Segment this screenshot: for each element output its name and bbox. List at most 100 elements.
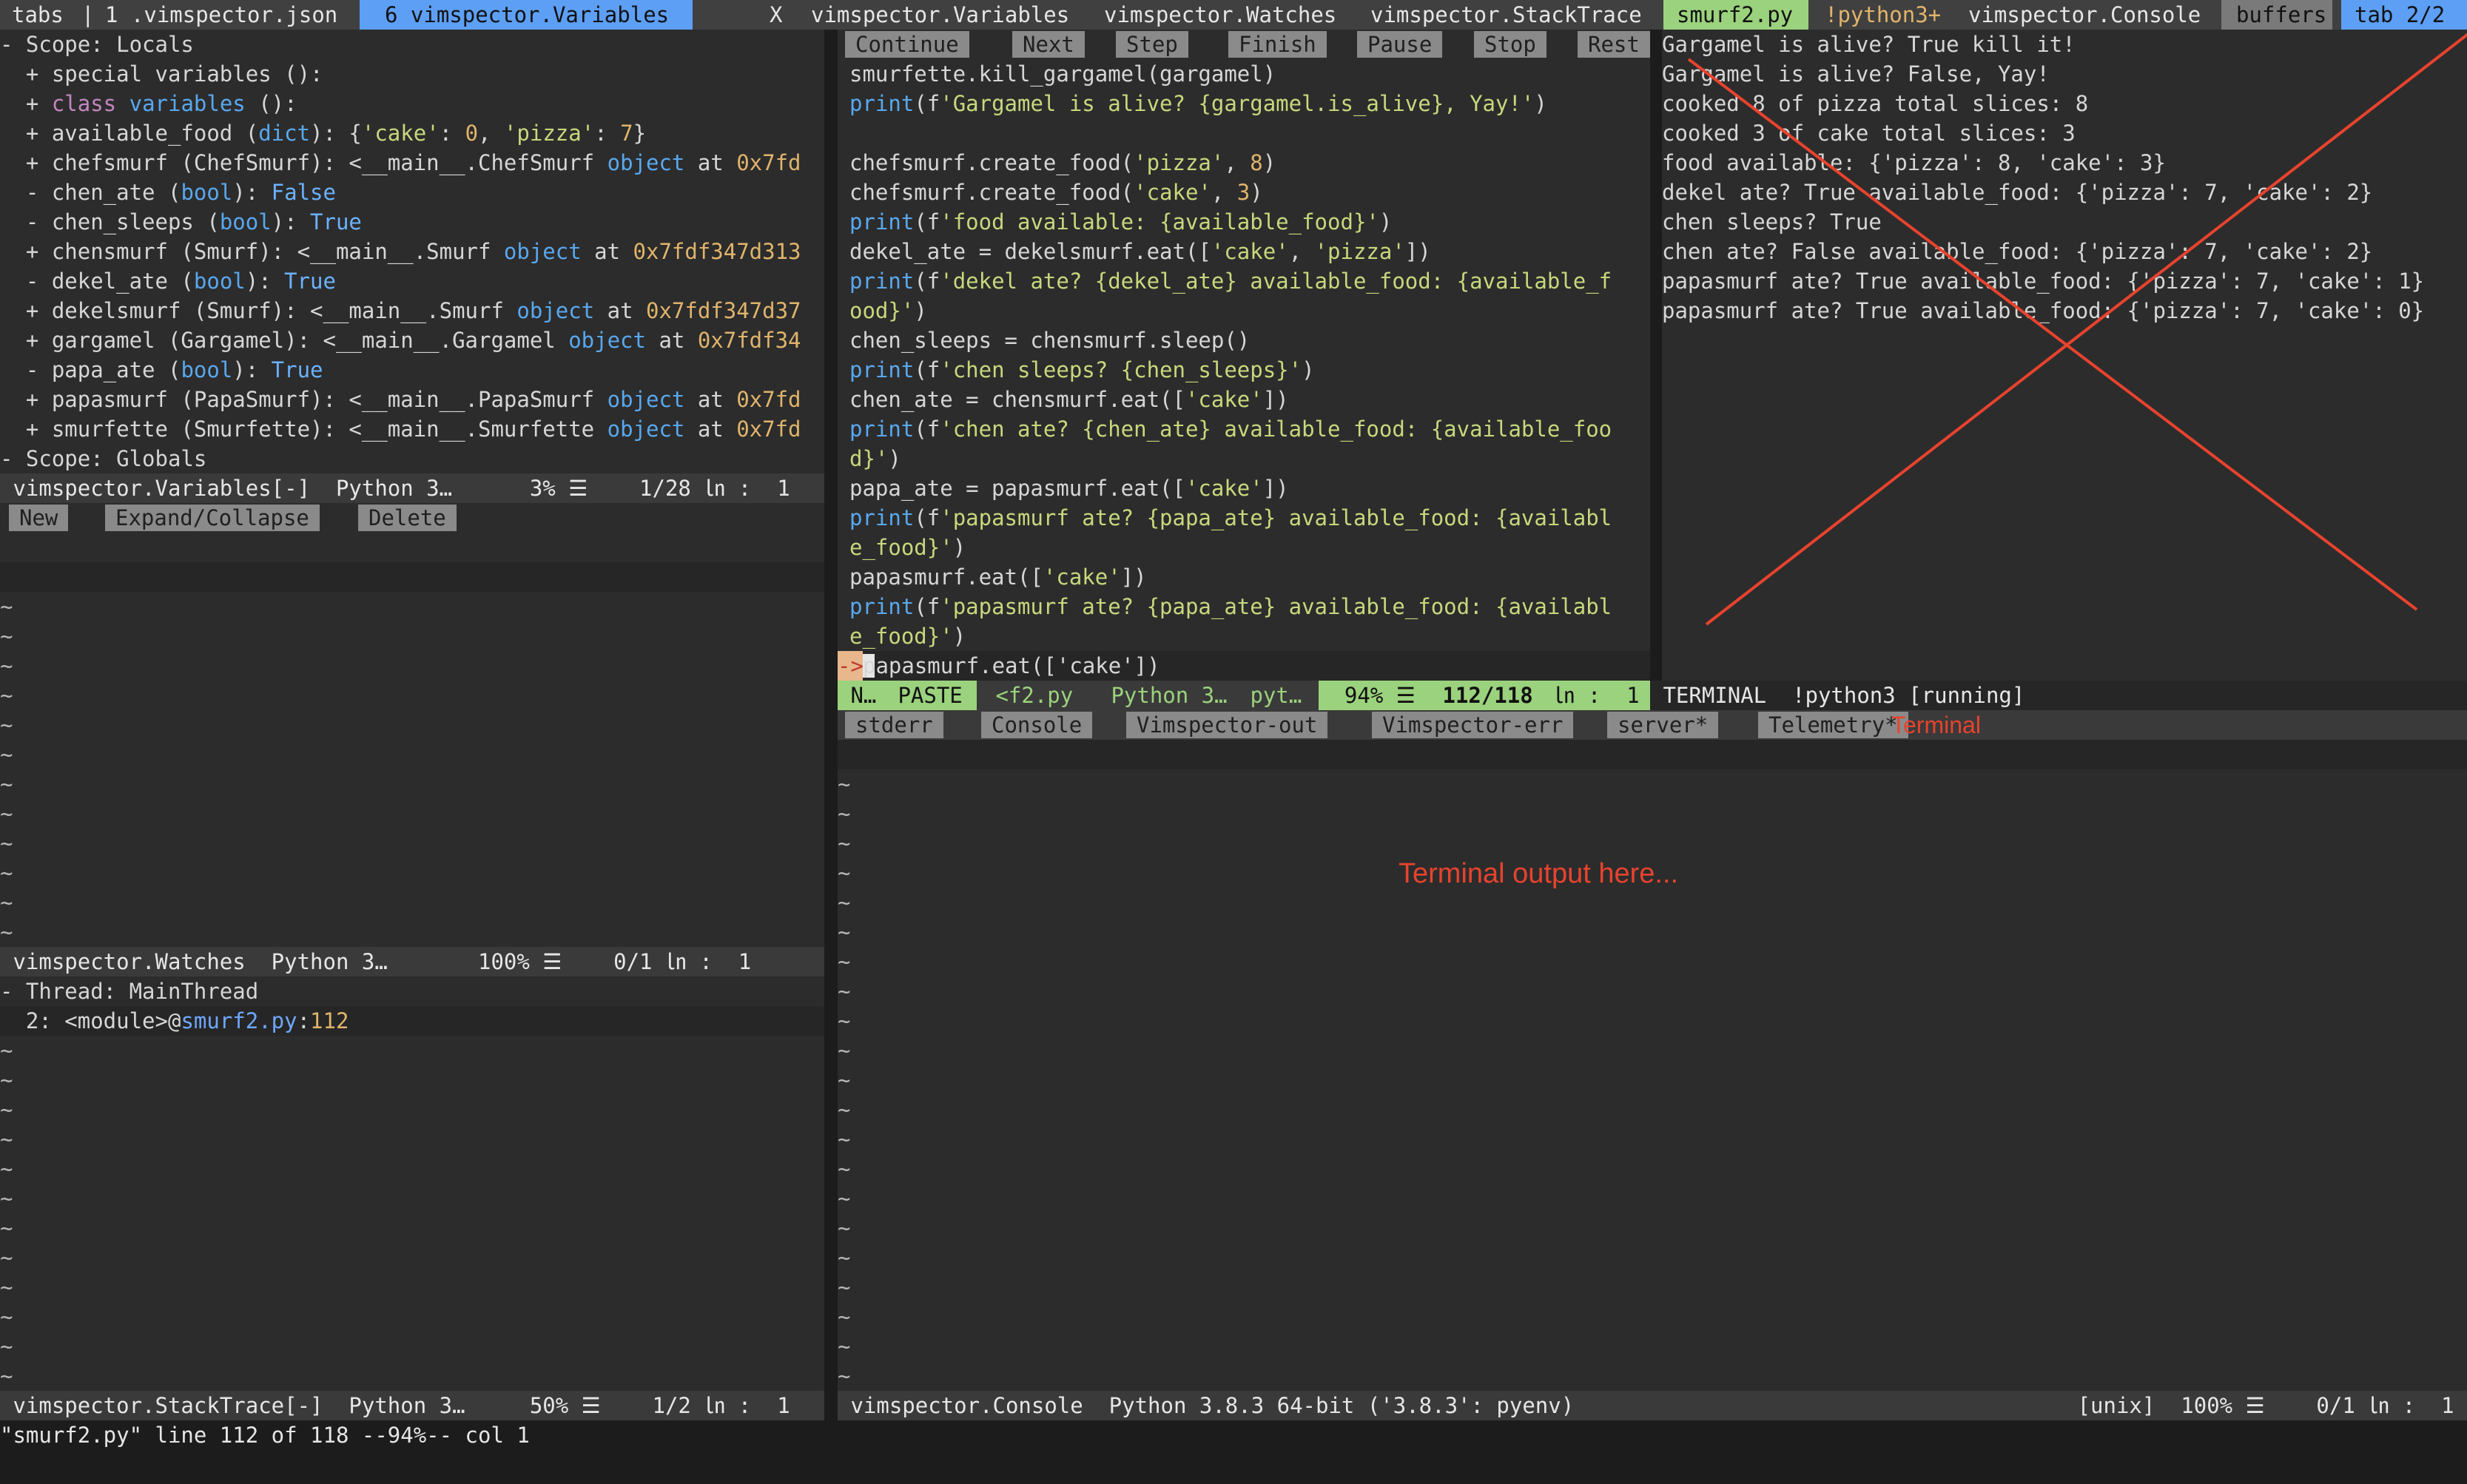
step-button[interactable]: Step	[1116, 31, 1188, 58]
code-line: print(f'Gargamel is alive? {gargamel.is_…	[849, 91, 1547, 116]
cross-annotation-icon	[1687, 33, 2467, 626]
code-line: print(f'food available: {available_food}…	[849, 209, 1393, 235]
variable-row[interactable]: - papa_ate (bool): True	[0, 355, 323, 385]
code-line: ood}')	[849, 298, 927, 323]
variables-statusline: vimspector.Variables[-] Python 3… 3% ☰ 1…	[0, 473, 824, 503]
variables-scope-globals[interactable]: - Scope: Globals	[0, 444, 206, 473]
tab-count-indicator: tab 2/2	[2341, 0, 2467, 30]
file-name: <f2.py	[983, 683, 1086, 708]
tab-console[interactable]: Console	[981, 712, 1093, 738]
buffer-python3-terminal[interactable]: !python3+	[1825, 0, 1941, 30]
variable-row[interactable]: + chefsmurf (ChefSmurf): <__main__.ChefS…	[0, 148, 801, 178]
code-editor[interactable]: smurfette.kill_gargamel(gargamel) print(…	[838, 59, 1650, 651]
mode-indicator: N…	[838, 681, 885, 710]
console-tabs: stderr Console Vimspector-out Vimspector…	[838, 710, 2467, 740]
code-line: smurfette.kill_gargamel(gargamel)	[849, 61, 1276, 87]
buffer-vimspector-stacktrace[interactable]: vimspector.StackTrace	[1370, 0, 1642, 30]
buffer-vimspector-watches[interactable]: vimspector.Watches	[1104, 0, 1336, 30]
variable-row[interactable]: - dekel_ate (bool): True	[0, 266, 336, 296]
watch-empty-line	[0, 562, 824, 592]
code-line: papa_ate = papasmurf.eat(['cake'])	[849, 476, 1289, 501]
tabline: tabs | 1 .vimspector.json 6 vimspector.V…	[0, 0, 2467, 30]
console-status-right: [unix] 100% ☰ 0/1 ㏑ : 1	[2077, 1393, 2467, 1418]
variable-row[interactable]: + gargamel (Gargamel): <__main__.Gargame…	[0, 326, 801, 355]
tab-stderr[interactable]: stderr	[845, 712, 943, 738]
program-counter-marker: ->	[838, 651, 864, 681]
finish-button[interactable]: Finish	[1228, 31, 1327, 58]
program-output-pane[interactable]: Gargamel is alive? True kill it! Gargame…	[1662, 30, 2467, 681]
code-line: print(f'chen ate? {chen_ate} available_f…	[849, 416, 1612, 442]
variables-scope-locals[interactable]: - Scope: Locals	[0, 30, 194, 59]
pause-button[interactable]: Pause	[1357, 31, 1443, 58]
code-line: print(f'dekel ate? {dekel_ate} available…	[849, 269, 1612, 294]
variables-pane: - Scope: Locals + special variables (): …	[0, 30, 824, 473]
code-line: chefsmurf.create_food('pizza', 8)	[849, 150, 1276, 175]
new-watch-button[interactable]: New	[9, 505, 69, 531]
console-status-left: vimspector.Console Python 3.8.3 64-bit (…	[838, 1393, 1575, 1418]
code-line: e_food}')	[849, 624, 966, 649]
watches-pane: ~ ~ ~ ~ ~ ~ ~ ~ ~ ~ ~ ~	[0, 533, 824, 947]
vertical-split[interactable]	[824, 30, 838, 1420]
terminal-statusline: TERMINAL !python3 [running]	[1650, 681, 2467, 710]
code-line: papasmurf.eat(['cake'])	[849, 564, 1147, 590]
thread-row[interactable]: - Thread: MainThread	[0, 977, 258, 1006]
variable-row[interactable]: - chen_sleeps (bool): True	[0, 207, 362, 237]
debug-toolbar: Continue Next Step Finish Pause Stop Res…	[838, 30, 1650, 59]
current-code-line: papasmurf.eat(['cake'])	[863, 653, 1160, 678]
tab-vimspector-out[interactable]: Vimspector-out	[1126, 712, 1328, 738]
watch-toolbar: New Expand/Collapse Delete	[0, 503, 824, 533]
watches-statusline: vimspector.Watches Python 3… 100% ☰ 0/1 …	[0, 947, 824, 977]
window-divider[interactable]	[1650, 30, 1662, 681]
variable-row[interactable]: + available_food (dict): {'cake': 0, 'pi…	[0, 118, 646, 148]
tab-vimspector-variables[interactable]: 6 vimspector.Variables	[360, 0, 693, 30]
stop-button[interactable]: Stop	[1474, 31, 1546, 58]
tab-terminal[interactable]: Terminal	[1891, 710, 1981, 740]
console-input-line[interactable]	[838, 740, 2467, 769]
tab-telemetry[interactable]: Telemetry*	[1758, 712, 1908, 738]
tab-server[interactable]: server*	[1607, 712, 1719, 738]
code-line: chen_ate = chensmurf.eat(['cake'])	[849, 387, 1289, 412]
code-line: print(f'papasmurf ate? {papa_ate} availa…	[849, 594, 1612, 619]
code-statusline: N… PASTE <f2.py Python 3… pyt… 94% ☰ 112…	[838, 681, 1650, 710]
variable-row[interactable]: + special variables ():	[0, 59, 323, 89]
code-line: dekel_ate = dekelsmurf.eat(['cake', 'piz…	[849, 239, 1431, 264]
variable-row[interactable]: + dekelsmurf (Smurf): <__main__.Smurf ob…	[0, 296, 801, 326]
stack-frame-row[interactable]: 2: <module>@smurf2.py:112	[0, 1006, 824, 1036]
code-line: chen_sleeps = chensmurf.sleep()	[849, 328, 1251, 353]
code-line: print(f'chen sleeps? {chen_sleeps}')	[849, 357, 1315, 382]
console-pane[interactable]: ~ ~ ~ ~ ~ ~ ~ ~ ~ ~ ~ ~ ~ ~ ~ ~ ~ ~ ~ ~ ~ Terminal…	[838, 740, 2467, 1391]
close-tab-button[interactable]: X	[770, 0, 782, 30]
variable-row[interactable]: - chen_ate (bool): False	[0, 178, 336, 207]
stacktrace-statusline: vimspector.StackTrace[-] Python 3… 50% ☰…	[0, 1391, 824, 1420]
terminal-placeholder: Terminal output here...	[1399, 858, 1679, 889]
stacktrace-pane: - Thread: MainThread 2: <module>@smurf2.…	[0, 977, 824, 1391]
tab-separator: |	[81, 2, 95, 27]
code-line: e_food}')	[849, 535, 966, 560]
buffer-vimspector-variables[interactable]: vimspector.Variables	[811, 0, 1069, 30]
command-line[interactable]: "smurf2.py" line 112 of 118 --94%-- col …	[0, 1420, 2467, 1450]
tabs-label: tabs	[12, 2, 64, 27]
percent-indicator: 94% ☰	[1319, 681, 1430, 710]
variable-row[interactable]: + smurfette (Smurfette): <__main__.Smurf…	[0, 414, 801, 444]
paste-indicator: PASTE	[885, 681, 977, 710]
code-line: chefsmurf.create_food('cake', 3)	[849, 180, 1263, 205]
buffer-smurf2-py[interactable]: smurf2.py	[1663, 0, 1808, 30]
code-line: print(f'papasmurf ate? {papa_ate} availa…	[849, 505, 1612, 530]
variable-row[interactable]: + papasmurf (PapaSmurf): <__main__.PapaS…	[0, 385, 801, 414]
continue-button[interactable]: Continue	[845, 31, 969, 58]
restart-button[interactable]: Rest	[1578, 31, 1650, 58]
next-button[interactable]: Next	[1012, 31, 1085, 58]
expand-collapse-button[interactable]: Expand/Collapse	[105, 505, 320, 531]
buffer-vimspector-console[interactable]: vimspector.Console	[1968, 0, 2201, 30]
current-line-row: -> papasmurf.eat(['cake'])	[838, 651, 1650, 681]
filetype-indicator: pyt…	[1237, 683, 1315, 708]
tab-vimspector-json[interactable]: 1 .vimspector.json	[105, 0, 337, 30]
code-line: d}')	[849, 446, 901, 471]
console-statusline: vimspector.Console Python 3.8.3 64-bit (…	[838, 1391, 2467, 1420]
column-indicator: ㏑ : 1	[1541, 681, 1650, 710]
variable-row[interactable]: + class variables ():	[0, 89, 297, 118]
position-indicator: 112/118	[1430, 681, 1541, 710]
delete-watch-button[interactable]: Delete	[358, 505, 457, 531]
variable-row[interactable]: + chensmurf (Smurf): <__main__.Smurf obj…	[0, 237, 801, 266]
tab-vimspector-err[interactable]: Vimspector-err	[1372, 712, 1574, 738]
